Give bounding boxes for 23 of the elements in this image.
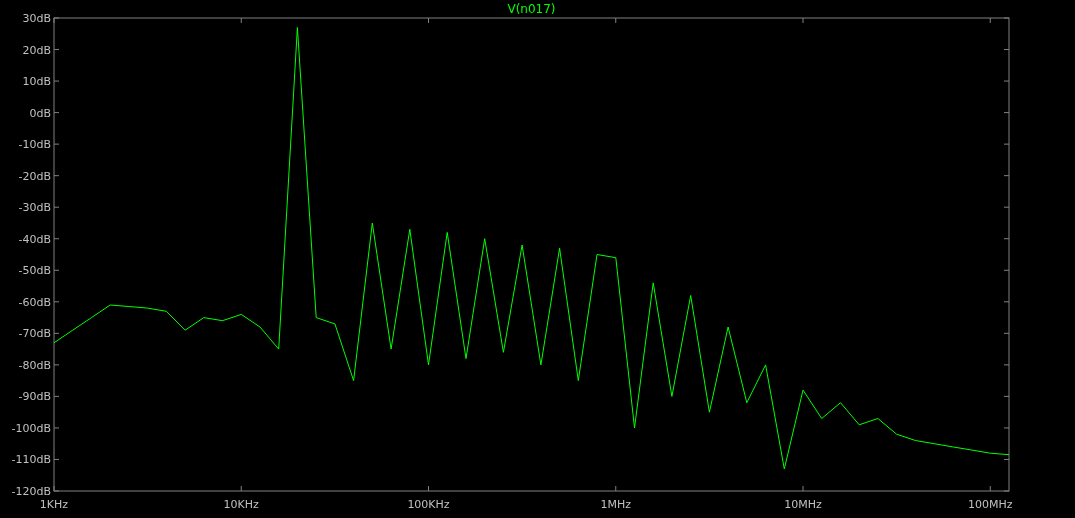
y-tick-label: 30dB — [22, 12, 51, 25]
y-tick-label: 10dB — [22, 75, 51, 89]
x-tick-label: 1MHz — [600, 498, 632, 511]
y-tick-label: -90dB — [18, 390, 51, 404]
trace-label: V(n017) — [507, 2, 556, 16]
y-tick-label: -40dB — [18, 232, 51, 246]
y-tick-label: 20dB — [22, 43, 51, 57]
y-tick-label: -50dB — [18, 264, 51, 278]
y-tick-label: 0dB — [29, 106, 51, 120]
y-tick-label: -20dB — [18, 169, 51, 183]
x-tick-label: 100MHz — [968, 498, 1013, 511]
y-tick-label: -100dB — [11, 421, 51, 435]
x-tick-label: 10MHz — [784, 498, 822, 511]
y-tick-label: -30dB — [18, 201, 51, 215]
y-tick-label: -70dB — [18, 327, 51, 341]
y-tick-label: -60dB — [18, 295, 51, 309]
y-tick-label: -80dB — [18, 358, 51, 372]
y-tick-label: -110dB — [11, 453, 51, 467]
x-tick-label: 10KHz — [223, 498, 259, 511]
x-tick-label: 1KHz — [39, 498, 69, 511]
x-tick-label: 100KHz — [407, 498, 450, 511]
y-tick-label: -120dB — [11, 485, 51, 498]
y-tick-label: -10dB — [18, 138, 51, 152]
